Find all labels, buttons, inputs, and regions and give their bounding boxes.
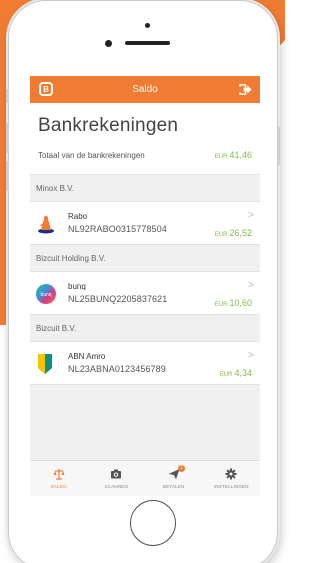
proximity-sensor: [145, 23, 150, 28]
account-amount: EUR 26,52: [215, 228, 252, 238]
currency-label: EUR: [214, 302, 228, 308]
tab-label: BETALEN: [162, 484, 185, 489]
tab-saldo[interactable]: SALDO: [30, 461, 88, 496]
company-group-header: Bizcuit B.V.: [36, 323, 77, 333]
bottom-tab-bar: SALDO SCANNEN 1 BETALEN INSTELLINGEN: [30, 460, 260, 496]
bank-account-row[interactable]: ABN Amro NL23ABNA0123456789 > EUR 4,34: [30, 341, 260, 385]
chevron-right-icon: >: [248, 280, 254, 291]
front-camera: [105, 40, 112, 47]
abn-amro-logo-icon: [38, 354, 52, 374]
currency-label: EUR: [214, 154, 228, 160]
earpiece-speaker: [125, 41, 170, 45]
rabobank-logo-icon: [37, 214, 55, 234]
tab-label: SCANNEN: [104, 484, 128, 489]
total-label: Totaal van de bankrekeningen: [38, 151, 145, 160]
tab-label: SALDO: [50, 484, 67, 489]
bank-account-row[interactable]: bunq bunq NL25BUNQ2205837621 > EUR 10,60: [30, 271, 260, 315]
chevron-right-icon: >: [248, 210, 254, 221]
phone-home-button[interactable]: [130, 500, 176, 546]
balance-summary: Bankrekeningen Totaal van de bankrekenin…: [30, 103, 260, 175]
gear-icon: [225, 468, 237, 480]
tab-label: INSTELLINGEN: [213, 484, 249, 489]
page-title: Saldo: [132, 84, 158, 95]
bank-name: bunq: [68, 282, 86, 291]
phone-mute-switch: [6, 89, 9, 103]
currency-label: EUR: [214, 232, 228, 238]
company-group-header: Bizcuit Holding B.V.: [36, 253, 106, 263]
bizcuit-logo-icon[interactable]: B: [39, 82, 53, 96]
bunq-logo-text: bunq: [40, 292, 51, 298]
tab-instellingen[interactable]: INSTELLINGEN: [203, 461, 261, 496]
currency-label: EUR: [219, 372, 233, 378]
tab-scannen[interactable]: SCANNEN: [88, 461, 146, 496]
bunq-logo-icon: bunq: [36, 284, 56, 304]
amount-value: 41,46: [229, 150, 252, 160]
account-iban: NL92RABO0315778504: [68, 224, 167, 234]
scale-icon: [53, 469, 65, 480]
phone-volume-down: [6, 161, 9, 191]
account-iban: NL25BUNQ2205837621: [68, 294, 168, 304]
tab-betalen[interactable]: 1 BETALEN: [145, 461, 203, 496]
notification-badge: 1: [178, 465, 185, 472]
bank-name: Rabo: [68, 212, 88, 221]
phone-volume-up: [6, 123, 9, 153]
company-group-header: Minox B.V.: [36, 183, 74, 193]
amount-value: 26,52: [229, 228, 252, 238]
account-amount: EUR 10,60: [215, 298, 252, 308]
account-iban: NL23ABNA0123456789: [68, 364, 166, 374]
bank-account-row[interactable]: Rabo NL92RABO0315778504 > EUR 26,52: [30, 201, 260, 245]
app-screen: B Saldo Bankrekeningen Totaal van de ban…: [30, 76, 260, 496]
chevron-right-icon: >: [248, 350, 254, 361]
bank-name: ABN Amro: [68, 352, 106, 361]
phone-power-button: [277, 127, 280, 165]
section-heading: Bankrekeningen: [38, 115, 179, 136]
amount-value: 4,34: [234, 368, 252, 378]
app-header: B Saldo: [30, 76, 260, 103]
account-amount: EUR 4,34: [220, 368, 252, 378]
amount-value: 10,60: [229, 298, 252, 308]
logout-icon[interactable]: [239, 83, 252, 96]
total-amount: EUR 41,46: [215, 150, 252, 160]
camera-icon: [111, 469, 122, 479]
